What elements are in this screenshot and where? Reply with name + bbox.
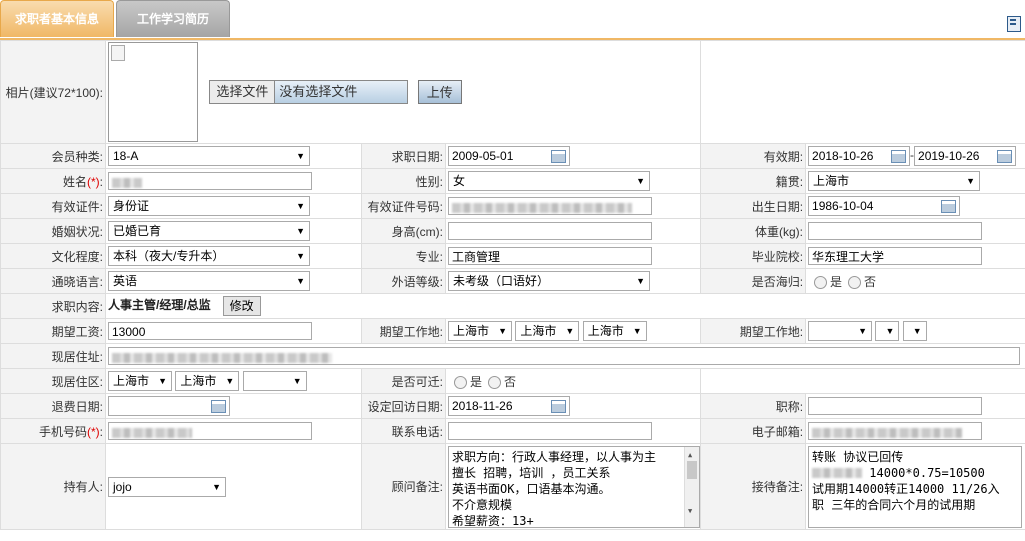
- native-place-label: 籍贯:: [700, 168, 807, 194]
- tab-work-study-resume[interactable]: 工作学习简历: [116, 0, 230, 37]
- mobile-label: 手机号码(*):: [0, 418, 106, 444]
- calendar-icon[interactable]: [997, 150, 1013, 163]
- edit-job-content-button[interactable]: 修改: [222, 296, 261, 316]
- weight-label: 体重(kg):: [700, 218, 807, 244]
- reception-note-label: 接待备注:: [700, 443, 807, 530]
- school-label: 毕业院校:: [700, 243, 807, 269]
- marital-status-label: 婚姻状况:: [0, 218, 106, 244]
- mobile-input[interactable]: [108, 422, 312, 440]
- district-select-1[interactable]: 上海市 ▼: [108, 371, 172, 391]
- id-number-input[interactable]: [448, 197, 652, 215]
- consultant-note-textarea[interactable]: 求职方向：行政人事经理，以人事为主 擅长 招聘，培训 ，员工关系 英语书面OK，…: [448, 445, 700, 528]
- relocate-no-radio[interactable]: [488, 375, 502, 389]
- major-input[interactable]: 工商管理: [448, 247, 652, 265]
- expected-salary-label: 期望工资:: [0, 318, 106, 344]
- district-label: 现居住区:: [0, 368, 106, 394]
- refund-date-label: 退费日期:: [0, 393, 106, 419]
- education-label: 文化程度:: [0, 243, 106, 269]
- work-place2-select-1[interactable]: ▼: [808, 321, 873, 341]
- email-input[interactable]: [808, 422, 983, 440]
- name-input[interactable]: [108, 172, 312, 190]
- education-select[interactable]: 本科（夜大/专升本） ▼: [108, 246, 310, 266]
- address-input[interactable]: [108, 347, 1020, 365]
- valid-to-input[interactable]: 2019-10-26: [914, 146, 1017, 166]
- relocate-yes-radio[interactable]: [454, 375, 467, 389]
- holder-select[interactable]: jojo ▼: [108, 476, 226, 497]
- apply-date-input[interactable]: 2009-05-01: [448, 146, 570, 166]
- birth-date-input[interactable]: 1986-10-04: [808, 196, 961, 216]
- photo-label: 相片(建议72*100):: [0, 40, 106, 144]
- expected-salary-input[interactable]: 13000: [108, 322, 312, 340]
- calendar-icon[interactable]: [551, 150, 566, 163]
- textarea-scrollbar[interactable]: [684, 446, 699, 527]
- save-icon[interactable]: [1007, 16, 1021, 32]
- calendar-icon[interactable]: [211, 400, 226, 413]
- job-title-input[interactable]: [808, 397, 983, 415]
- job-content-label: 求职内容:: [0, 293, 106, 319]
- scrollbar-thumb[interactable]: [687, 460, 697, 479]
- work-place2-select-3[interactable]: ▼: [902, 321, 927, 341]
- work-place-label-2: 期望工作地:: [700, 318, 807, 344]
- id-type-label: 有效证件:: [0, 193, 106, 219]
- gender-select[interactable]: 女 ▼: [448, 171, 650, 191]
- job-title-label: 职称:: [700, 393, 807, 419]
- address-label: 现居住址:: [0, 343, 106, 369]
- valid-period-label: 有效期:: [700, 143, 807, 169]
- tab-basic-info[interactable]: 求职者基本信息: [0, 0, 114, 37]
- work-place-select-2[interactable]: 上海市 ▼: [515, 321, 580, 341]
- overseas-label: 是否海归:: [700, 268, 807, 294]
- id-number-label: 有效证件号码:: [361, 193, 446, 219]
- phone-label: 联系电话:: [361, 418, 446, 444]
- language-label: 通晓语言:: [0, 268, 106, 294]
- no-file-text: 没有选择文件: [275, 81, 408, 103]
- file-input[interactable]: 选择文件 没有选择文件: [209, 80, 409, 104]
- height-input[interactable]: [448, 222, 652, 240]
- gender-label: 性别:: [361, 168, 446, 194]
- birth-date-label: 出生日期:: [700, 193, 807, 219]
- member-type-label: 会员种类:: [0, 143, 106, 169]
- language-select[interactable]: 英语 ▼: [108, 271, 310, 291]
- id-type-select[interactable]: 身份证 ▼: [108, 196, 310, 216]
- weight-input[interactable]: [808, 222, 983, 240]
- overseas-no-radio[interactable]: [848, 275, 862, 289]
- marital-status-select[interactable]: 已婚已育 ▼: [108, 221, 310, 241]
- applicant-form: 相片(建议72*100): 选择文件 没有选择文件 上传 会员种类: 18-A ▼ …: [0, 40, 1025, 530]
- work-place2-select-2[interactable]: ▼: [875, 321, 900, 341]
- district-select-2[interactable]: 上海市 ▼: [175, 371, 240, 391]
- apply-date-label: 求职日期:: [361, 143, 446, 169]
- job-content-value: 人事主管/经理/总监: [108, 298, 211, 313]
- holder-label: 持有人:: [0, 443, 106, 530]
- calendar-icon[interactable]: [941, 200, 957, 213]
- work-place-label: 期望工作地:: [361, 318, 446, 344]
- valid-from-input[interactable]: 2018-10-26: [808, 146, 911, 166]
- reception-note-textarea[interactable]: 转账 协议已回传 14000*0.75=10500 试用期14000转正1400…: [808, 445, 1023, 528]
- native-place-select[interactable]: 上海市 ▼: [808, 171, 981, 191]
- revisit-date-label: 设定回访日期:: [361, 393, 446, 419]
- email-label: 电子邮箱:: [700, 418, 807, 444]
- height-label: 身高(cm):: [361, 218, 446, 244]
- tab-bar: 求职者基本信息 工作学习简历: [0, 0, 1025, 38]
- revisit-date-input[interactable]: 2018-11-26: [448, 396, 570, 416]
- overseas-yes-radio[interactable]: [814, 275, 828, 289]
- relocate-label: 是否可迁:: [361, 368, 446, 394]
- district-select-3[interactable]: ▼: [242, 371, 307, 391]
- major-label: 专业:: [361, 243, 446, 269]
- school-input[interactable]: 华东理工大学: [808, 247, 983, 265]
- work-place-select-1[interactable]: 上海市 ▼: [448, 321, 512, 341]
- refund-date-input[interactable]: [108, 396, 230, 416]
- language-level-select[interactable]: 未考级（口语好） ▼: [448, 271, 650, 291]
- language-level-label: 外语等级:: [361, 268, 446, 294]
- calendar-icon[interactable]: [891, 150, 907, 163]
- phone-input[interactable]: [448, 422, 652, 440]
- consultant-note-label: 顾问备注:: [361, 443, 446, 530]
- choose-file-button[interactable]: 选择文件: [210, 81, 276, 103]
- upload-button[interactable]: 上传: [417, 80, 462, 104]
- name-label: 姓名(*):: [0, 168, 106, 194]
- work-place-select-3[interactable]: 上海市 ▼: [582, 321, 647, 341]
- member-type-select[interactable]: 18-A ▼: [108, 146, 310, 166]
- calendar-icon[interactable]: [551, 400, 566, 413]
- photo-preview: [108, 42, 198, 142]
